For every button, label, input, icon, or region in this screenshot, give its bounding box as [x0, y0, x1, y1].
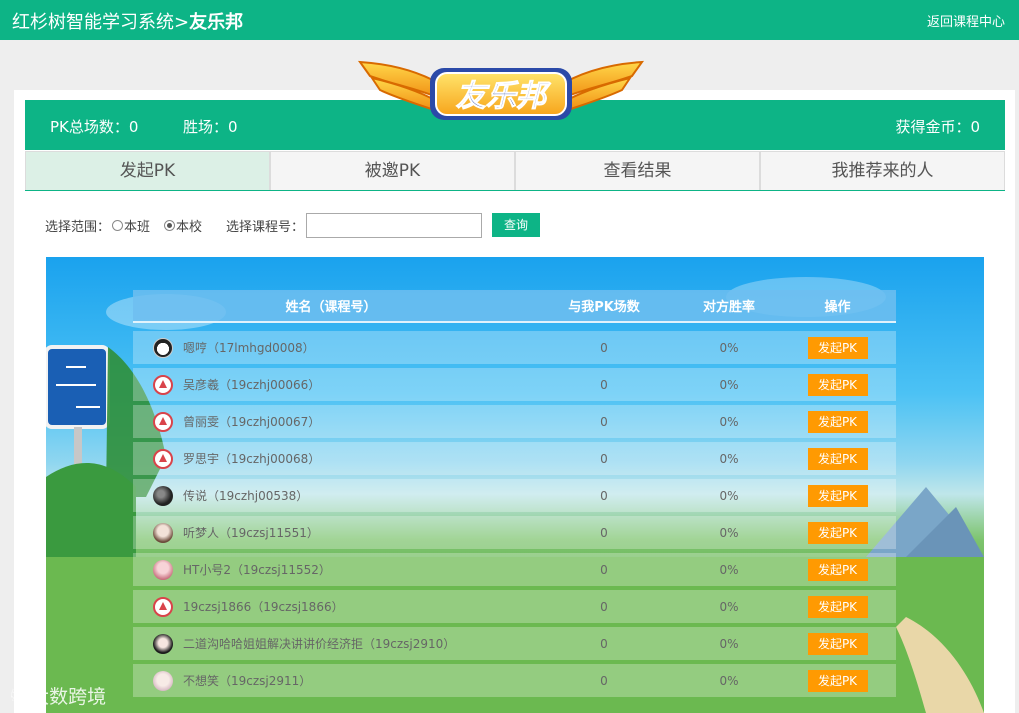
table-header: 姓名（课程号） 与我PK场数 对方胜率 操作	[133, 290, 896, 323]
table-row: 不想笑（19czsj2911） 0 0% 发起PK	[133, 664, 896, 697]
avatar	[153, 522, 173, 543]
pk-count-cell: 0	[600, 673, 608, 688]
course-label: 选择课程号：	[226, 219, 305, 235]
avatar	[153, 374, 173, 395]
table-row: 曾丽雯（19czhj00067） 0 0% 发起PK	[133, 405, 896, 438]
query-button[interactable]: 查询	[492, 213, 541, 237]
avatar	[153, 633, 173, 654]
scope-label: 选择范围：	[45, 219, 111, 235]
table-row: 二道沟哈哈姐姐解决讲讲价经济拒（19czsj2910） 0 0% 发起PK	[133, 627, 896, 660]
pk-count-cell: 0	[600, 636, 608, 651]
total-pk-count: PK总场数：0	[50, 118, 139, 136]
table-row: 吴彦羲（19czhj00066） 0 0% 发起PK	[133, 368, 896, 401]
win-rate-cell: 0%	[719, 525, 739, 540]
user-name: 传说（19czhj00538）	[183, 489, 309, 503]
header-win-rate: 对方胜率	[702, 300, 755, 315]
table-row: 嗯哼（17lmhgd0008） 0 0% 发起PK	[133, 331, 896, 364]
filter-row: 选择范围： 本班 本校 选择课程号： 查询	[45, 212, 541, 238]
avatar	[153, 337, 173, 358]
user-name: 19czsj1866（19czsj1866）	[183, 600, 344, 614]
win-rate-cell: 0%	[719, 636, 739, 651]
start-pk-button[interactable]: 发起PK	[807, 632, 868, 655]
user-name: 罗思宇（19czhj00068）	[183, 452, 321, 466]
user-name: 嗯哼（17lmhgd0008）	[183, 341, 315, 355]
watermark-text: 大数跨境	[30, 686, 107, 708]
start-pk-button[interactable]: 发起PK	[807, 410, 868, 433]
table-body: 嗯哼（17lmhgd0008） 0 0% 发起PK 吴彦羲（19czhj0006…	[133, 331, 896, 697]
system-name: 红杉树智能学习系统	[12, 12, 174, 33]
table-row: 传说（19czhj00538） 0 0% 发起PK	[133, 479, 896, 512]
table-row: 19czsj1866（19czsj1866） 0 0% 发起PK	[133, 590, 896, 623]
radio-school[interactable]	[164, 219, 176, 231]
win-rate-cell: 0%	[719, 599, 739, 614]
radio-school-label: 本校	[176, 219, 203, 235]
avatar	[153, 411, 173, 432]
header-name: 姓名（课程号）	[285, 300, 377, 315]
watermark: ♘ 大数跨境	[8, 682, 106, 709]
start-pk-button[interactable]: 发起PK	[807, 669, 868, 692]
table-row: HT小号2（19czsj11552） 0 0% 发起PK	[133, 553, 896, 586]
coins-count: 获得金币：0	[895, 118, 980, 136]
radio-class-label: 本班	[124, 219, 151, 235]
win-rate-cell: 0%	[719, 488, 739, 503]
win-rate-cell: 0%	[719, 377, 739, 392]
watermark-icon: ♘	[8, 685, 25, 706]
tab-my-referrals[interactable]: 我推荐来的人	[760, 151, 1005, 190]
pk-count-cell: 0	[600, 451, 608, 466]
wins-count: 胜场：0	[183, 118, 238, 136]
pk-count-cell: 0	[600, 414, 608, 429]
pk-count-cell: 0	[600, 488, 608, 503]
tab-view-results[interactable]: 查看结果	[515, 151, 760, 190]
breadcrumb-separator: >	[174, 12, 190, 33]
user-name: HT小号2（19czsj11552）	[183, 563, 331, 577]
win-rate-cell: 0%	[719, 340, 739, 355]
user-name: 二道沟哈哈姐姐解决讲讲价经济拒（19czsj2910）	[183, 637, 456, 651]
user-name: 吴彦羲（19czhj00066）	[183, 378, 321, 392]
course-number-input[interactable]	[306, 212, 483, 238]
start-pk-button[interactable]: 发起PK	[807, 373, 868, 396]
win-rate-cell: 0%	[719, 451, 739, 466]
user-name: 不想笑（19czsj2911）	[183, 674, 312, 688]
pk-count-cell: 0	[600, 562, 608, 577]
pk-count-cell: 0	[600, 599, 608, 614]
pk-candidate-table: 姓名（课程号） 与我PK场数 对方胜率 操作 嗯哼（17lmhgd0008） 0…	[133, 290, 896, 713]
top-header: 红杉树智能学习系统>友乐邦 返回课程中心	[0, 0, 1019, 40]
user-name: 曾丽雯（19czhj00067）	[183, 415, 321, 429]
pk-count-cell: 0	[600, 525, 608, 540]
avatar	[153, 485, 173, 506]
radio-class[interactable]	[112, 219, 124, 231]
user-name: 听梦人（19czsj11551）	[183, 526, 319, 540]
avatar	[153, 559, 173, 580]
start-pk-button[interactable]: 发起PK	[807, 447, 868, 470]
table-row: 听梦人（19czsj11551） 0 0% 发起PK	[133, 516, 896, 549]
tab-bar: 发起PK 被邀PK 查看结果 我推荐来的人	[25, 151, 1005, 191]
start-pk-button[interactable]: 发起PK	[807, 336, 868, 359]
module-name: 友乐邦	[189, 12, 244, 33]
avatar	[153, 596, 173, 617]
win-rate-cell: 0%	[719, 673, 739, 688]
tab-start-pk[interactable]: 发起PK	[25, 151, 270, 190]
breadcrumb: 红杉树智能学习系统>友乐邦	[12, 8, 243, 34]
header-action: 操作	[824, 300, 851, 315]
header-pk-count: 与我PK场数	[568, 300, 640, 315]
avatar	[153, 448, 173, 469]
start-pk-button[interactable]: 发起PK	[807, 484, 868, 507]
start-pk-button[interactable]: 发起PK	[807, 521, 868, 544]
win-rate-cell: 0%	[719, 562, 739, 577]
youlebang-logo: 友乐邦	[357, 60, 645, 120]
pk-count-cell: 0	[600, 340, 608, 355]
pk-count-cell: 0	[600, 377, 608, 392]
back-to-course-center-link[interactable]: 返回课程中心	[927, 11, 1005, 30]
avatar	[153, 670, 173, 691]
start-pk-button[interactable]: 发起PK	[807, 595, 868, 618]
logo-text: 友乐邦	[456, 79, 551, 114]
table-row: 罗思宇（19czhj00068） 0 0% 发起PK	[133, 442, 896, 475]
start-pk-button[interactable]: 发起PK	[807, 558, 868, 581]
tab-invited-pk[interactable]: 被邀PK	[270, 151, 515, 190]
win-rate-cell: 0%	[719, 414, 739, 429]
